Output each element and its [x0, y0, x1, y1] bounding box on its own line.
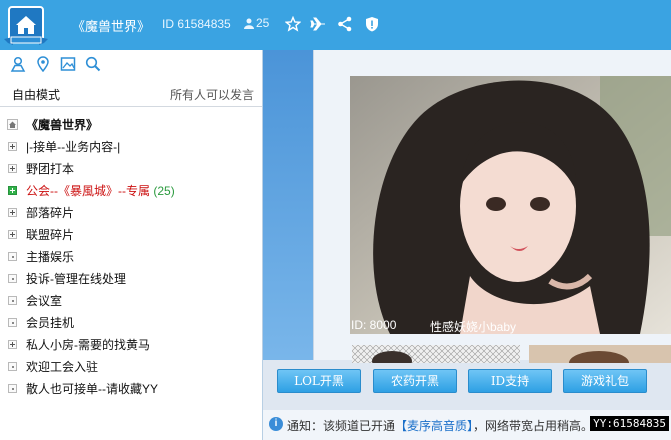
leaf-icon — [8, 318, 17, 327]
channel-sidebar: 自由模式 所有人可以发言 《魔兽世界》 |-接单--业务内容-| 野团打本 公会… — [0, 50, 263, 440]
tree-item[interactable]: 联盟碎片 — [0, 224, 262, 246]
share-icon[interactable] — [337, 16, 353, 32]
shield-icon[interactable] — [364, 16, 380, 32]
thumbnail-image — [352, 345, 520, 363]
expand-icon[interactable] — [8, 230, 17, 239]
thumbnail[interactable] — [352, 345, 520, 363]
home-logo-icon[interactable] — [4, 5, 48, 47]
tree-item-root[interactable]: 《魔兽世界》 — [0, 114, 262, 136]
sidebar-toolbar — [0, 50, 262, 80]
photo-id: ID: 8000 — [351, 318, 397, 332]
tree-item-label: 散人也可接单--请收藏YY — [26, 382, 159, 396]
notice-text: 通知：该频道已开通【麦序高音质】，网络带宽占用稍高。 — [287, 417, 593, 434]
leaf-icon — [8, 362, 17, 371]
tree-item-label: 野团打本 — [26, 162, 75, 176]
member-count: 25 — [244, 16, 269, 30]
tree-item-label: 主播娱乐 — [26, 250, 75, 264]
featured-photo[interactable] — [350, 76, 671, 334]
portrait-image — [350, 76, 671, 334]
tree-item[interactable]: 欢迎工会入驻 — [0, 356, 262, 378]
member-count-value: 25 — [256, 16, 270, 30]
tree-item[interactable]: 野团打本 — [0, 158, 262, 180]
thumbnail[interactable] — [529, 345, 671, 363]
location-icon[interactable] — [35, 56, 51, 72]
photo-caption: 性感妖娆小baby — [430, 320, 517, 334]
info-icon: i — [269, 417, 283, 431]
tree-item-label: 会议室 — [26, 294, 63, 308]
tree-item-label: 部落碎片 — [26, 206, 75, 220]
tree-item-label: 会员挂机 — [26, 316, 75, 330]
leaf-icon — [8, 252, 17, 261]
user-icon — [244, 18, 254, 29]
side-banner — [263, 50, 313, 360]
leaf-icon — [8, 384, 17, 393]
tree-item[interactable]: 会员挂机 — [0, 312, 262, 334]
channel-header: 《魔兽世界》 ID 61584835 25 — [0, 0, 671, 51]
star-icon[interactable] — [285, 16, 301, 32]
quick-buttons: LOL开黑 农药开黑 ID支持 游戏礼包 — [263, 367, 671, 397]
channel-main: ID: 8000 性感妖娆小baby LOL开黑 农药开黑 ID支持 游戏礼包 … — [263, 50, 671, 440]
image-icon[interactable] — [60, 56, 76, 72]
permission-label: 所有人可以发言 — [169, 88, 254, 102]
notice-highlight[interactable]: 【麦序高音质】 — [395, 419, 473, 433]
tree-item[interactable]: 主播娱乐 — [0, 246, 262, 268]
notice-bar: i 通知：该频道已开通【麦序高音质】，网络带宽占用稍高。 YY:61584835 — [263, 410, 671, 440]
tree-item-label: 联盟碎片 — [26, 228, 75, 242]
tree-item[interactable]: 散人也可接单--请收藏YY — [0, 378, 262, 400]
expand-icon[interactable] — [8, 208, 17, 217]
id-support-button[interactable]: ID支持 — [468, 369, 552, 393]
tree-item-label: 公会--《暴風城》--专属 — [26, 184, 150, 198]
tree-item[interactable]: 部落碎片 — [0, 202, 262, 224]
mode-row: 自由模式 所有人可以发言 — [0, 80, 262, 107]
tree-item-label: 《魔兽世界》 — [26, 118, 99, 132]
person-icon[interactable] — [10, 56, 26, 72]
airplane-icon[interactable] — [310, 16, 326, 32]
notice-prefix: 通知：该频道已开通 — [287, 419, 396, 433]
tree-item[interactable]: |-接单--业务内容-| — [0, 136, 262, 158]
tree-item-label: 投诉-管理在线处理 — [26, 272, 126, 286]
home-icon — [7, 119, 18, 130]
expand-icon[interactable] — [8, 186, 17, 195]
tree-item[interactable]: 私人小房-需要的找黄马 — [0, 334, 262, 356]
tree-item[interactable]: 会议室 — [0, 290, 262, 312]
mode-label[interactable]: 自由模式 — [12, 86, 60, 103]
notice-suffix: ，网络带宽占用稍高。 — [473, 419, 594, 433]
leaf-icon — [8, 274, 17, 283]
watermark: YY:61584835 — [590, 416, 669, 431]
tree-item-label: |-接单--业务内容-| — [26, 140, 121, 154]
gift-pack-button[interactable]: 游戏礼包 — [563, 369, 647, 393]
tree-item-label: 欢迎工会入驻 — [26, 360, 99, 374]
lol-button[interactable]: LOL开黑 — [277, 369, 361, 393]
thumbnail-image — [529, 345, 671, 363]
tree-item-label: 私人小房-需要的找黄马 — [26, 338, 150, 352]
expand-icon[interactable] — [8, 164, 17, 173]
channel-title: 《魔兽世界》 — [72, 19, 151, 34]
leaf-icon — [8, 296, 17, 305]
tree-item[interactable]: 投诉-管理在线处理 — [0, 268, 262, 290]
channel-tree: 《魔兽世界》 |-接单--业务内容-| 野团打本 公会--《暴風城》--专属 (… — [0, 114, 262, 400]
tree-item-count: (25) — [153, 184, 175, 198]
expand-icon[interactable] — [8, 142, 17, 151]
nongyao-button[interactable]: 农药开黑 — [373, 369, 457, 393]
expand-icon[interactable] — [8, 340, 17, 349]
tree-item-active[interactable]: 公会--《暴風城》--专属 (25) — [0, 180, 262, 202]
channel-id: ID 61584835 — [162, 17, 231, 31]
search-icon[interactable] — [85, 56, 101, 72]
